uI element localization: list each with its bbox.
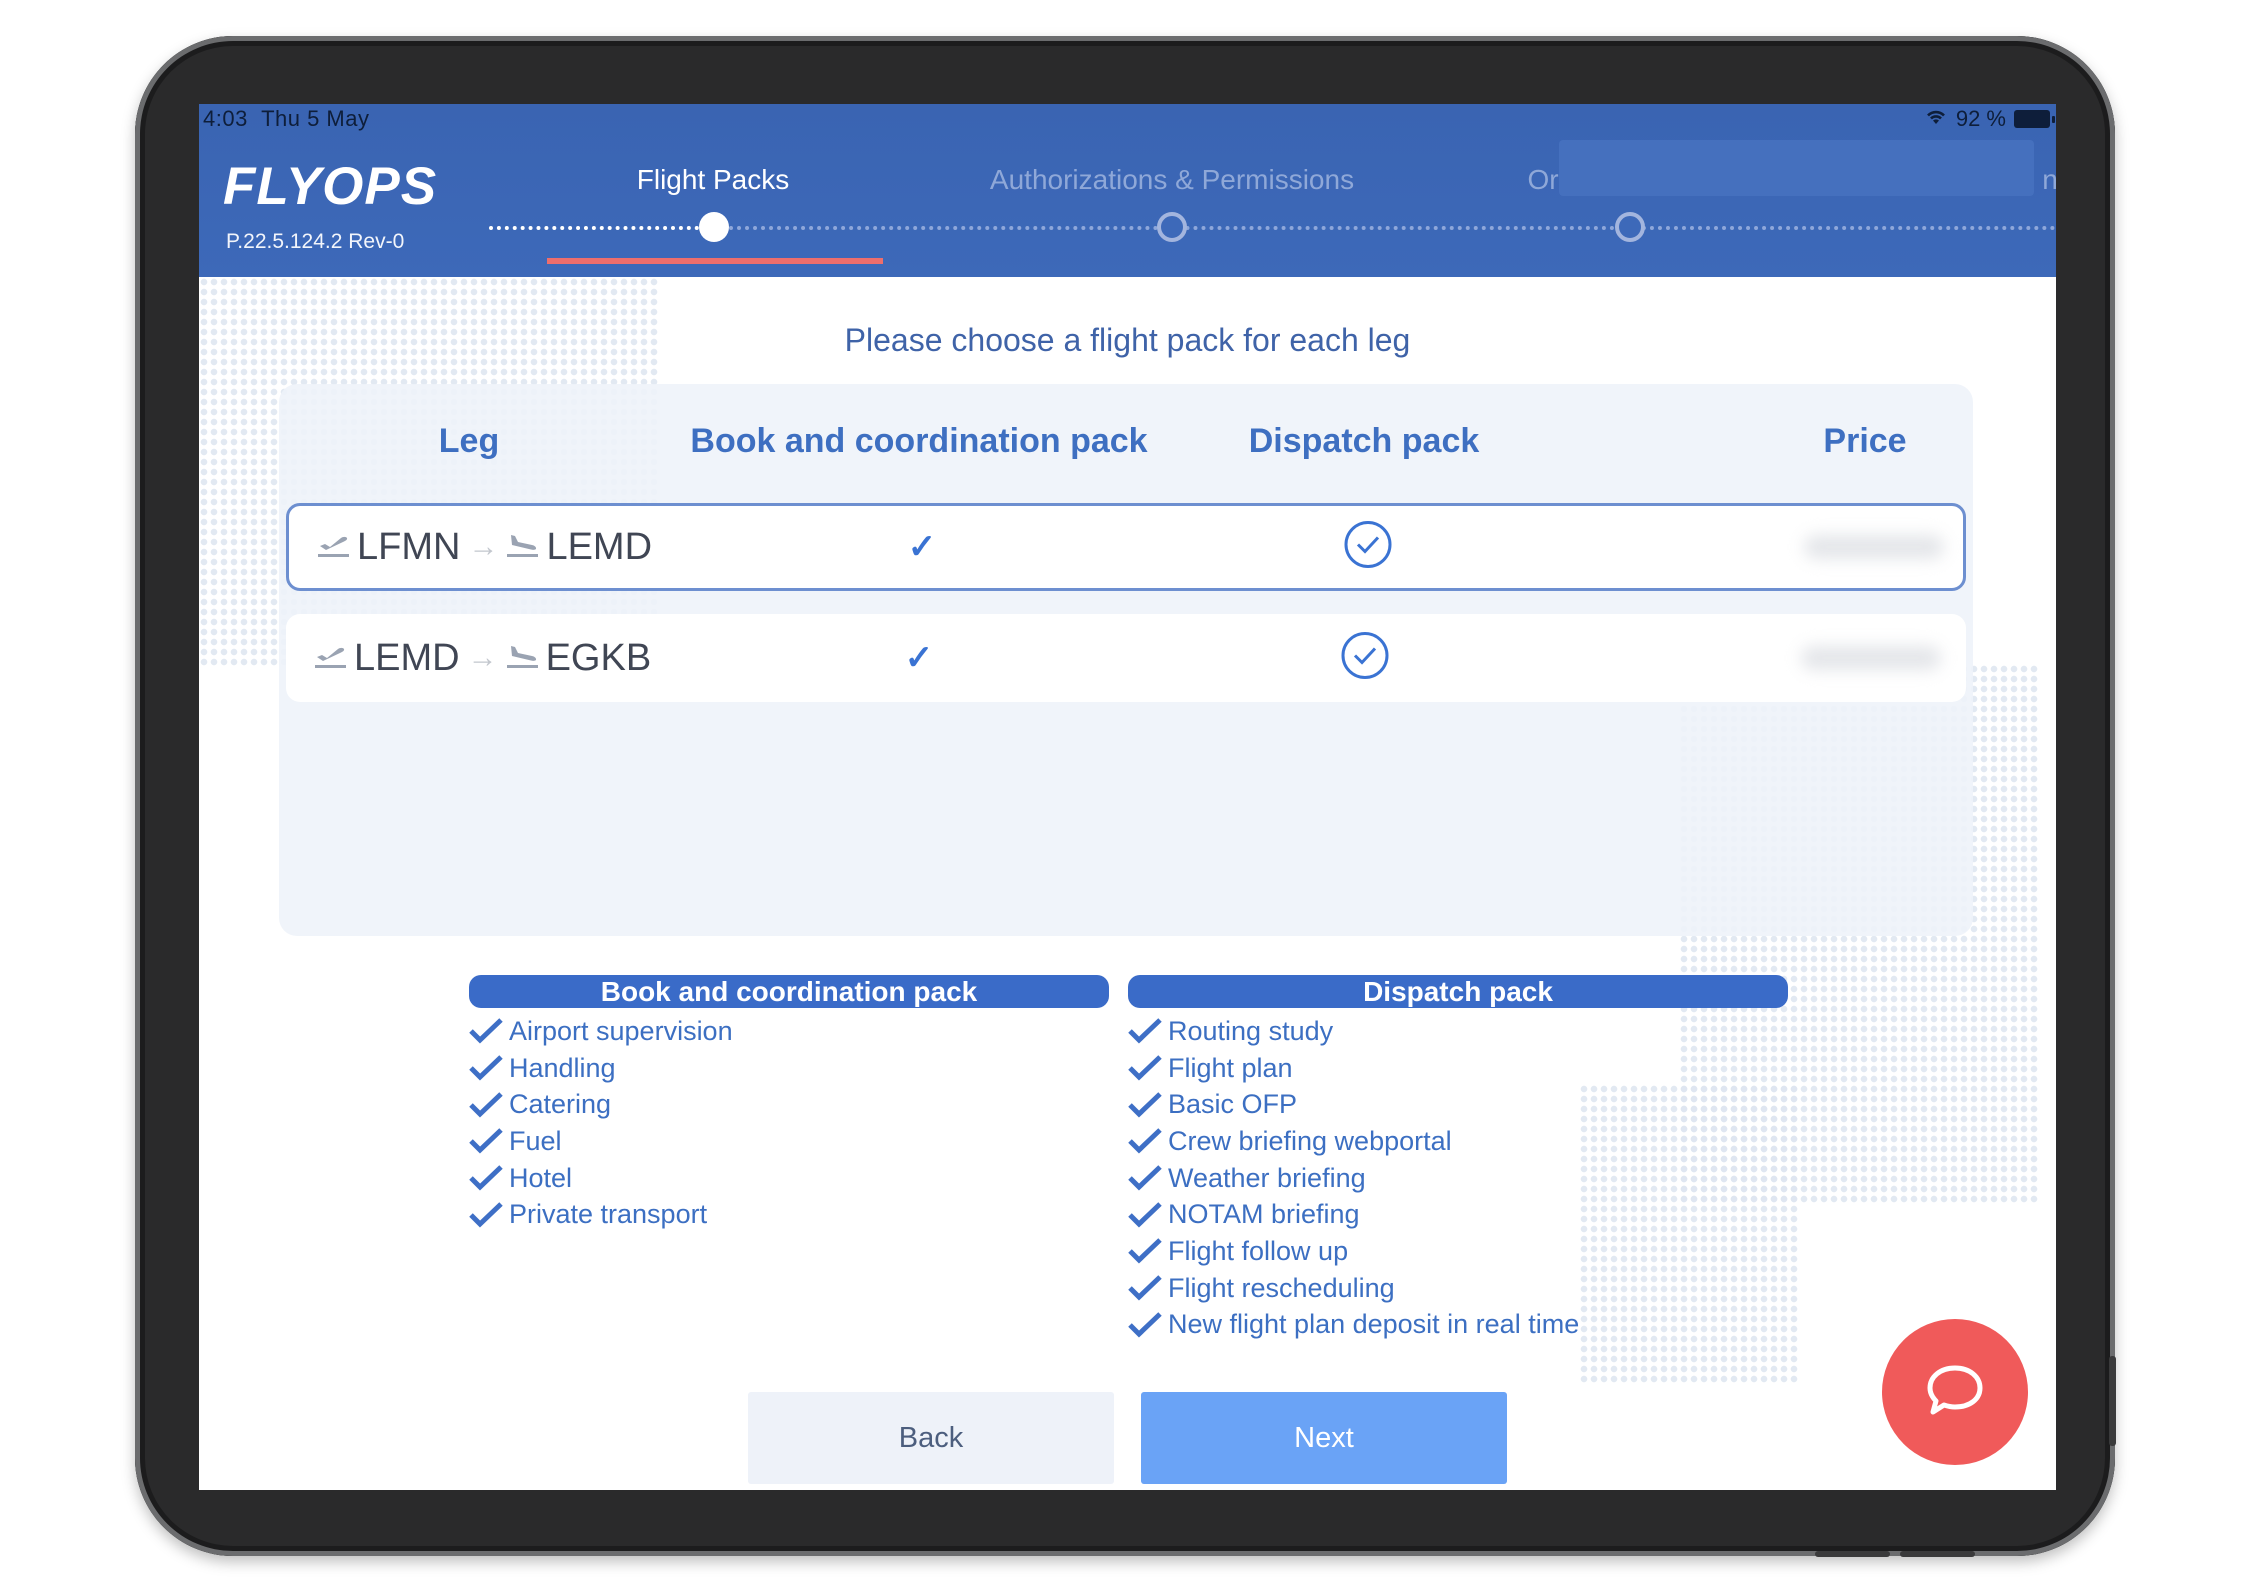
app-version: P.22.5.124.2 Rev-0: [226, 230, 405, 253]
takeoff-icon: [314, 637, 354, 680]
status-bar: 4:03 Thu 5 May 92 %: [199, 104, 2056, 134]
battery-percent: 92 %: [1955, 106, 2006, 131]
column-header-price: Price: [1823, 422, 1907, 460]
list-item: Fuel: [469, 1123, 733, 1160]
check-icon: [1128, 1238, 1162, 1264]
check-icon: [1128, 1128, 1162, 1154]
dispatch-pack-feature-list: Routing study Flight plan Basic OFP Crew…: [1128, 1013, 1579, 1343]
step-node-2[interactable]: [1157, 212, 1187, 242]
list-item: Private transport: [469, 1196, 733, 1233]
list-item: Catering: [469, 1086, 733, 1123]
leg-destination: LEMD: [546, 525, 653, 568]
list-item: Flight plan: [1128, 1050, 1579, 1087]
chat-bubble-icon: [1925, 1362, 1985, 1423]
landing-icon: [506, 526, 546, 569]
book-pack-heading: Book and coordination pack: [469, 975, 1109, 1008]
check-icon: [1128, 1201, 1162, 1228]
check-icon: [1128, 1275, 1162, 1301]
landing-icon: [506, 637, 546, 680]
dispatch-pack-check-icon[interactable]: [1340, 631, 1390, 686]
progress-completed: [489, 226, 699, 230]
list-item: New flight plan deposit in real time: [1128, 1307, 1579, 1344]
check-icon: [1128, 1165, 1162, 1191]
list-item: Airport supervision: [469, 1013, 733, 1050]
redacted-area: [1559, 140, 2034, 196]
app-header: 4:03 Thu 5 May 92 % FLYOPS P.22.5.124.2 …: [199, 104, 2056, 277]
check-icon: [1128, 1018, 1162, 1044]
list-item: Routing study: [1128, 1013, 1579, 1050]
price-blurred: [1801, 646, 1941, 670]
back-button[interactable]: Back: [748, 1392, 1114, 1484]
status-time: 4:03 Thu 5 May: [203, 106, 370, 131]
column-header-book-pack: Book and coordination pack: [690, 422, 1148, 460]
app-logo: FLYOPS: [223, 157, 438, 216]
leg-row[interactable]: LFMN → LEMD ✓: [286, 503, 1966, 591]
chat-button[interactable]: [1882, 1319, 2028, 1465]
check-icon: [469, 1055, 503, 1081]
next-button[interactable]: Next: [1141, 1392, 1507, 1484]
book-pack-feature-list: Airport supervision Handling Catering Fu…: [469, 1013, 733, 1233]
dispatch-pack-heading: Dispatch pack: [1128, 975, 1788, 1008]
list-item: Basic OFP: [1128, 1086, 1579, 1123]
check-icon: [469, 1201, 503, 1228]
progress-remaining: [729, 226, 2056, 230]
check-icon: [1128, 1091, 1162, 1118]
list-item: Handling: [469, 1050, 733, 1087]
check-icon: [1128, 1055, 1162, 1081]
step-node-active[interactable]: [699, 212, 729, 242]
step-flight-packs[interactable]: Flight Packs: [637, 164, 790, 196]
leg-destination: EGKB: [545, 636, 652, 679]
arrow-right-icon: →: [468, 530, 499, 563]
active-step-underline: [547, 258, 883, 264]
check-icon: [469, 1091, 503, 1118]
page-title: Please choose a flight pack for each leg: [844, 322, 1411, 358]
check-icon: [469, 1165, 503, 1191]
list-item: Weather briefing: [1128, 1160, 1579, 1197]
dispatch-pack-check-icon[interactable]: [1343, 520, 1393, 575]
book-pack-checkmark[interactable]: ✓: [905, 638, 934, 678]
step-third[interactable]: Or: [1527, 164, 1558, 196]
step-overflow-label: n: [2042, 164, 2056, 195]
arrow-right-icon: →: [467, 641, 498, 674]
check-icon: [1128, 1312, 1162, 1338]
list-item: Flight rescheduling: [1128, 1270, 1579, 1307]
check-icon: [469, 1018, 503, 1044]
app-screen: 4:03 Thu 5 May 92 % FLYOPS P.22.5.124.2 …: [199, 104, 2056, 1490]
leg-origin: LEMD: [354, 636, 460, 679]
list-item: Hotel: [469, 1160, 733, 1197]
price-blurred: [1804, 535, 1944, 559]
check-icon: [469, 1128, 503, 1154]
list-item: NOTAM briefing: [1128, 1196, 1579, 1233]
leg-origin: LFMN: [357, 525, 461, 568]
step-node-3[interactable]: [1615, 212, 1645, 242]
list-item: Flight follow up: [1128, 1233, 1579, 1270]
list-item: Crew briefing webportal: [1128, 1123, 1579, 1160]
takeoff-icon: [317, 526, 357, 569]
wifi-icon: [1924, 106, 1948, 132]
battery-icon: [2014, 110, 2055, 128]
book-pack-checkmark[interactable]: ✓: [908, 527, 937, 567]
column-header-leg: Leg: [438, 422, 500, 460]
leg-row[interactable]: LEMD → EGKB ✓: [286, 614, 1966, 702]
column-header-dispatch-pack: Dispatch pack: [1248, 422, 1480, 460]
step-authorizations[interactable]: Authorizations & Permissions: [990, 164, 1354, 196]
